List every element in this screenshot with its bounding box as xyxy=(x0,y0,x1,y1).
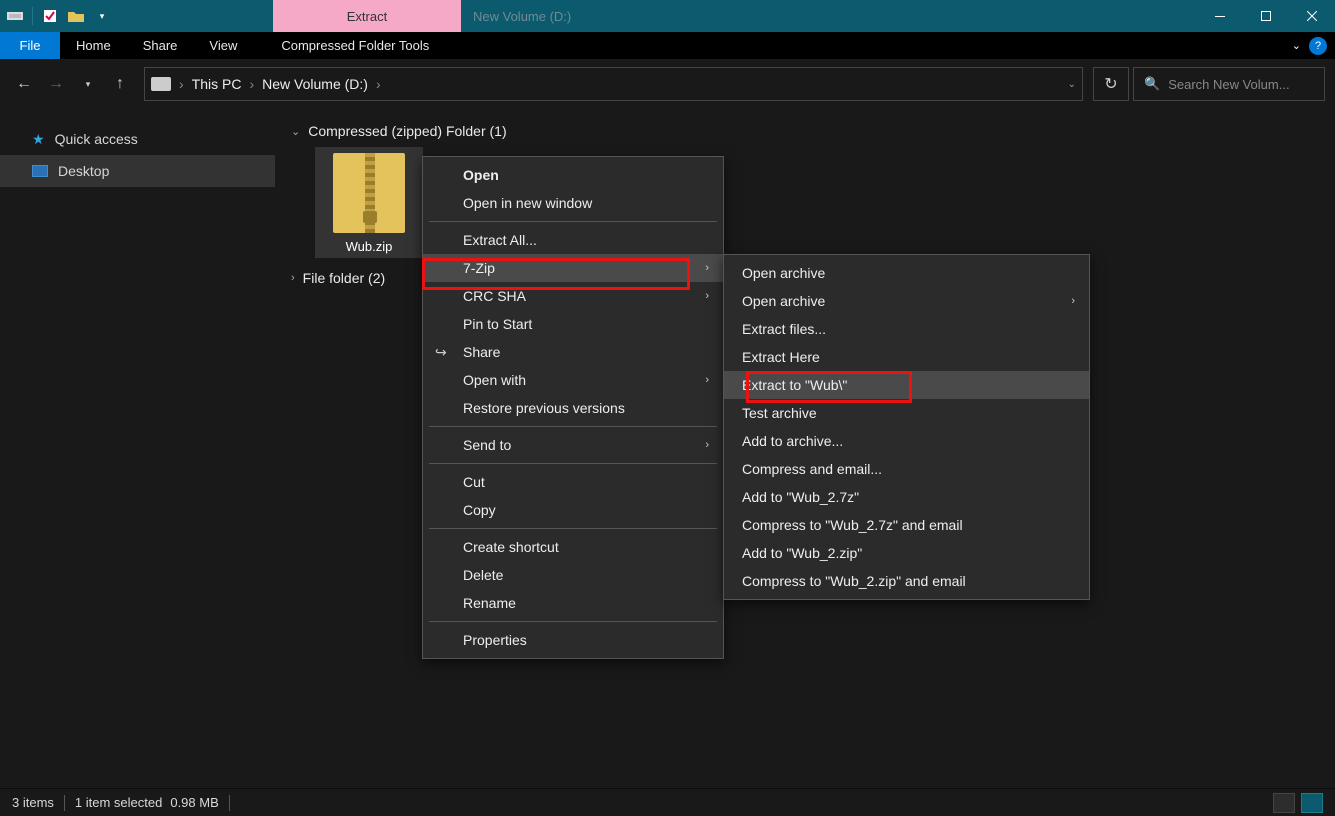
file-name: Wub.zip xyxy=(315,239,423,254)
close-button[interactable] xyxy=(1289,0,1335,32)
ctx-cut[interactable]: Cut xyxy=(423,468,723,496)
properties-qat-icon[interactable] xyxy=(39,5,61,27)
search-box[interactable]: 🔍 Search New Volum... xyxy=(1133,67,1325,101)
sub-compress-zip-email[interactable]: Compress to "Wub_2.zip" and email xyxy=(724,567,1089,595)
help-icon[interactable]: ? xyxy=(1309,37,1327,55)
group-header-zipped[interactable]: ⌄ Compressed (zipped) Folder (1) xyxy=(287,119,1323,147)
maximize-button[interactable] xyxy=(1243,0,1289,32)
ribbon-expand-icon[interactable]: ⌄ xyxy=(1292,39,1301,52)
chevron-right-icon[interactable]: › xyxy=(177,76,186,92)
contextual-tab-label: Extract xyxy=(273,0,461,32)
search-icon: 🔍 xyxy=(1144,76,1160,92)
sub-extract-to[interactable]: Extract to "Wub\" xyxy=(724,371,1089,399)
file-tile-wub-zip[interactable]: Wub.zip xyxy=(315,147,423,258)
status-item-count: 3 items xyxy=(12,795,54,810)
desktop-icon xyxy=(32,165,48,177)
address-bar[interactable]: › This PC › New Volume (D:) › ⌄ xyxy=(144,67,1083,101)
status-bar: 3 items 1 item selected 0.98 MB xyxy=(0,788,1335,816)
navigation-pane: ★ Quick access Desktop xyxy=(0,109,275,788)
chevron-right-icon: › xyxy=(705,374,709,386)
sub-compress-email[interactable]: Compress and email... xyxy=(724,455,1089,483)
ctx-properties[interactable]: Properties xyxy=(423,626,723,654)
chevron-right-icon[interactable]: › xyxy=(374,76,383,92)
tab-compressed-tools[interactable]: Compressed Folder Tools xyxy=(265,32,445,59)
ctx-open-new-window[interactable]: Open in new window xyxy=(423,189,723,217)
status-selected-count: 1 item selected xyxy=(75,795,162,810)
search-placeholder: Search New Volum... xyxy=(1168,77,1289,92)
ctx-delete[interactable]: Delete xyxy=(423,561,723,589)
details-view-button[interactable] xyxy=(1273,793,1295,813)
window-controls xyxy=(1197,0,1335,32)
forward-button[interactable]: → xyxy=(42,70,70,98)
navigation-bar: ← → ▾ ↑ › This PC › New Volume (D:) › ⌄ … xyxy=(0,59,1335,109)
large-icons-view-button[interactable] xyxy=(1301,793,1323,813)
refresh-button[interactable]: ↻ xyxy=(1093,67,1129,101)
sub-extract-files[interactable]: Extract files... xyxy=(724,315,1089,343)
drive-icon xyxy=(151,77,171,91)
ctx-pin-to-start[interactable]: Pin to Start xyxy=(423,310,723,338)
sub-add-7z[interactable]: Add to "Wub_2.7z" xyxy=(724,483,1089,511)
chevron-right-icon: › xyxy=(705,439,709,451)
share-icon: ↪ xyxy=(435,344,447,361)
ctx-open-with[interactable]: Open with› xyxy=(423,366,723,394)
tab-view[interactable]: View xyxy=(193,32,253,59)
qat-dropdown-icon[interactable]: ▾ xyxy=(91,5,113,27)
ctx-share[interactable]: ↪Share xyxy=(423,338,723,366)
sub-add-to-archive[interactable]: Add to archive... xyxy=(724,427,1089,455)
chevron-right-icon: › xyxy=(705,290,709,302)
breadcrumb-path[interactable]: New Volume (D:) xyxy=(256,76,374,92)
chevron-right-icon[interactable]: › xyxy=(247,76,256,92)
file-tab[interactable]: File xyxy=(0,32,60,59)
titlebar: ▾ Extract New Volume (D:) xyxy=(0,0,1335,32)
chevron-right-icon: › xyxy=(1071,295,1075,307)
ctx-open[interactable]: Open xyxy=(423,161,723,189)
sub-compress-7z-email[interactable]: Compress to "Wub_2.7z" and email xyxy=(724,511,1089,539)
sub-test-archive[interactable]: Test archive xyxy=(724,399,1089,427)
status-selected-size: 0.98 MB xyxy=(170,795,218,810)
recent-locations-button[interactable]: ▾ xyxy=(74,70,102,98)
up-button[interactable]: ↑ xyxy=(106,70,134,98)
ctx-restore-versions[interactable]: Restore previous versions xyxy=(423,394,723,422)
ctx-send-to[interactable]: Send to› xyxy=(423,431,723,459)
chevron-down-icon: ⌄ xyxy=(291,125,300,138)
window-title: New Volume (D:) xyxy=(461,0,1197,32)
context-submenu-7zip: Open archive Open archive› Extract files… xyxy=(723,254,1090,600)
ctx-extract-all[interactable]: Extract All... xyxy=(423,226,723,254)
sub-open-archive[interactable]: Open archive xyxy=(724,259,1089,287)
address-dropdown-icon[interactable]: ⌄ xyxy=(1068,79,1076,90)
context-menu: Open Open in new window Extract All... 7… xyxy=(422,156,724,659)
ctx-copy[interactable]: Copy xyxy=(423,496,723,524)
star-icon: ★ xyxy=(32,131,45,148)
ribbon-tabs: File Home Share View Compressed Folder T… xyxy=(0,32,1335,59)
tab-share[interactable]: Share xyxy=(127,32,194,59)
sidebar-label: Quick access xyxy=(55,131,138,147)
tab-home[interactable]: Home xyxy=(60,32,127,59)
zip-file-icon xyxy=(333,153,405,233)
ctx-7zip[interactable]: 7-Zip› xyxy=(423,254,723,282)
explorer-icon[interactable] xyxy=(4,5,26,27)
ctx-create-shortcut[interactable]: Create shortcut xyxy=(423,533,723,561)
sub-open-archive-alt[interactable]: Open archive› xyxy=(724,287,1089,315)
sub-extract-here[interactable]: Extract Here xyxy=(724,343,1089,371)
back-button[interactable]: ← xyxy=(10,70,38,98)
group-label: File folder (2) xyxy=(303,270,385,286)
ctx-rename[interactable]: Rename xyxy=(423,589,723,617)
sidebar-quick-access[interactable]: ★ Quick access xyxy=(0,123,275,155)
breadcrumb-root[interactable]: This PC xyxy=(186,76,248,92)
sidebar-desktop[interactable]: Desktop xyxy=(0,155,275,187)
sub-add-zip[interactable]: Add to "Wub_2.zip" xyxy=(724,539,1089,567)
chevron-right-icon: › xyxy=(291,272,295,284)
ctx-crc-sha[interactable]: CRC SHA› xyxy=(423,282,723,310)
chevron-right-icon: › xyxy=(705,262,709,274)
minimize-button[interactable] xyxy=(1197,0,1243,32)
quick-access-toolbar: ▾ xyxy=(0,0,117,32)
new-folder-qat-icon[interactable] xyxy=(65,5,87,27)
sidebar-label: Desktop xyxy=(58,163,109,179)
group-label: Compressed (zipped) Folder (1) xyxy=(308,123,506,139)
